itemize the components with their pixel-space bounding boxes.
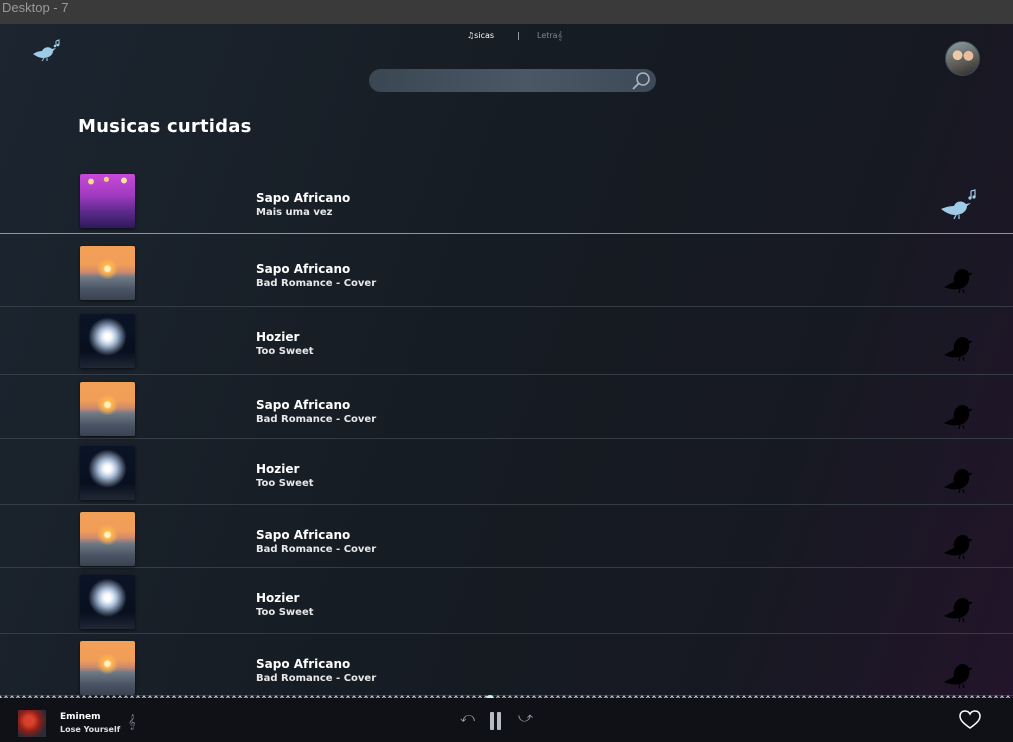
track-song: Too Sweet — [256, 607, 314, 618]
bird-unliked-icon[interactable] — [940, 654, 980, 690]
pause-button[interactable] — [488, 712, 502, 730]
track-song: Bad Romance - Cover — [256, 673, 377, 684]
next-icon[interactable]: ⤻ — [518, 710, 533, 726]
tab-letra[interactable]: Letra𝄞 — [537, 31, 562, 41]
track-artist: Sapo Africano — [256, 262, 351, 276]
bird-unliked-icon[interactable] — [940, 327, 980, 363]
window-title: Desktop - 7 — [2, 0, 69, 15]
track-song: Bad Romance - Cover — [256, 278, 377, 289]
top-tabs: ♫sicas | Letra𝄞 — [0, 31, 1013, 45]
bird-unliked-icon[interactable] — [940, 459, 980, 495]
track-artist: Hozier — [256, 591, 300, 605]
previous-icon[interactable]: ⤺ — [460, 710, 475, 726]
track-artist: Sapo Africano — [256, 657, 351, 671]
track-song: Too Sweet — [256, 478, 314, 489]
track-cover[interactable] — [80, 174, 135, 228]
track-artist: Sapo Africano — [256, 528, 351, 542]
track-row[interactable]: Hozier Too Sweet — [0, 439, 1013, 505]
now-playing-artist: Eminem — [60, 712, 101, 722]
track-song: Bad Romance - Cover — [256, 544, 377, 555]
track-row[interactable]: Sapo Africano Bad Romance - Cover — [0, 239, 1013, 307]
tab-separator: | — [517, 31, 520, 40]
window-titlebar: Desktop - 7 — [0, 0, 1013, 24]
track-row[interactable]: Sapo Africano Mais uma vez — [0, 170, 1013, 234]
track-row[interactable]: Sapo Africano Bad Romance - Cover — [0, 375, 1013, 439]
track-song: Mais uma vez — [256, 207, 333, 218]
lyrics-clef-icon[interactable]: 𝄞 — [128, 715, 136, 730]
bird-unliked-icon[interactable] — [940, 259, 980, 295]
search-icon[interactable] — [630, 70, 652, 92]
track-cover[interactable] — [80, 382, 135, 436]
track-row[interactable]: Sapo Africano Bad Romance - Cover — [0, 505, 1013, 568]
track-row[interactable]: Hozier Too Sweet — [0, 568, 1013, 634]
search-input[interactable] — [369, 69, 656, 92]
track-artist: Sapo Africano — [256, 398, 351, 412]
track-song: Too Sweet — [256, 346, 314, 357]
track-row[interactable]: Sapo Africano Bad Romance - Cover — [0, 634, 1013, 696]
track-cover[interactable] — [80, 314, 135, 368]
track-row[interactable]: Hozier Too Sweet — [0, 307, 1013, 375]
now-playing-cover[interactable] — [18, 710, 46, 737]
now-playing-song: Lose Yourself — [60, 725, 121, 734]
bird-unliked-icon[interactable] — [940, 588, 980, 624]
bird-unliked-icon[interactable] — [940, 395, 980, 431]
track-song: Bad Romance - Cover — [256, 414, 377, 425]
player-bar — [0, 698, 1013, 742]
track-artist: Sapo Africano — [256, 191, 351, 205]
app-root: ♫sicas | Letra𝄞 Musicas curtidas Sapo Af… — [0, 24, 1013, 742]
track-cover[interactable] — [80, 641, 135, 695]
bird-liked-icon[interactable] — [940, 188, 980, 224]
track-artist: Hozier — [256, 330, 300, 344]
track-cover[interactable] — [80, 246, 135, 300]
track-cover[interactable] — [80, 575, 135, 629]
tab-musicas[interactable]: ♫sicas — [467, 31, 494, 40]
page-title: Musicas curtidas — [78, 116, 252, 137]
track-cover[interactable] — [80, 446, 135, 500]
heart-outline-icon[interactable] — [959, 710, 981, 730]
track-cover[interactable] — [80, 512, 135, 566]
bird-unliked-icon[interactable] — [940, 525, 980, 561]
user-avatar[interactable] — [945, 41, 980, 76]
track-artist: Hozier — [256, 462, 300, 476]
